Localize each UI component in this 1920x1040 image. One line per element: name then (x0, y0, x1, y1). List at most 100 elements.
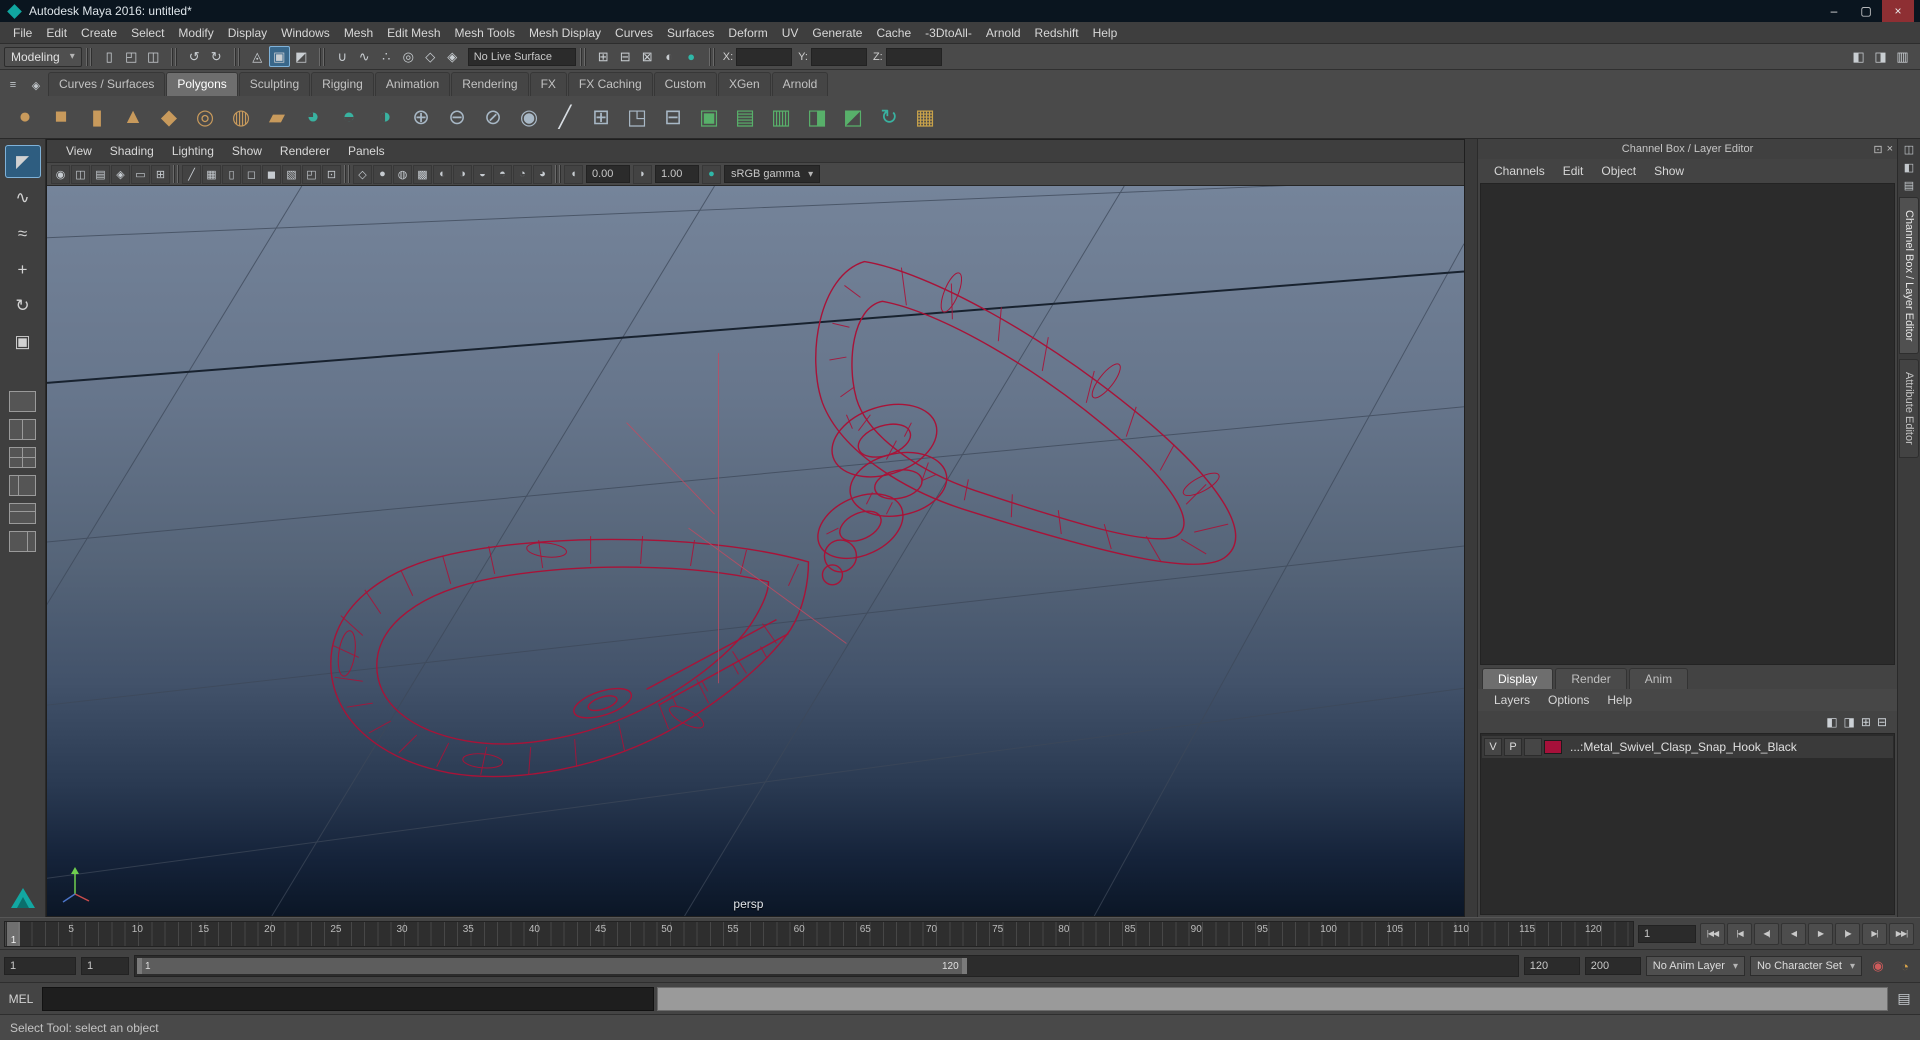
gamma-input[interactable] (655, 165, 699, 183)
playback-start-field[interactable] (81, 957, 129, 975)
isolate-select-icon[interactable]: ◕ (533, 164, 552, 184)
resolution-gate-icon[interactable]: ◻ (242, 164, 261, 184)
rotate-tool-icon[interactable]: ↻ (5, 289, 41, 322)
save-scene-icon[interactable]: ◫ (143, 46, 164, 67)
target-weld-icon[interactable]: ▤ (728, 100, 762, 134)
show-hypershade-icon[interactable]: ◨ (1870, 46, 1891, 67)
layer-editor-tab[interactable]: Anim (1628, 668, 1689, 690)
range-slider-bar[interactable]: 1 120 (137, 958, 967, 974)
raise-attribute-editor-icon[interactable]: ◧ (1904, 161, 1914, 174)
grid-icon[interactable]: ▦ (202, 164, 221, 184)
move-layer-up-icon[interactable]: ◧ (1826, 715, 1837, 729)
channel-list-area[interactable] (1480, 183, 1895, 666)
snap-to-grid-icon[interactable]: ∪ (332, 46, 353, 67)
menu-item[interactable]: -3DtoAll- (918, 23, 979, 43)
command-language-toggle[interactable]: MEL (3, 992, 39, 1006)
menu-item[interactable]: Mesh Display (522, 23, 608, 43)
coordinate-input[interactable] (736, 47, 793, 66)
menu-item[interactable]: Edit Mesh (380, 23, 447, 43)
symmetrize-icon[interactable]: ↻ (872, 100, 906, 134)
separate-icon[interactable]: ⊖ (440, 100, 474, 134)
side-panel-tab[interactable]: Channel Box / Layer Editor (1899, 197, 1919, 355)
new-layer-from-selected-icon[interactable]: ⊟ (1877, 715, 1887, 729)
show-modeling-toolkit-icon[interactable]: ◧ (1848, 46, 1869, 67)
step-forward-key-button[interactable]: |▶ (1835, 922, 1860, 945)
move-tool-icon[interactable]: + (5, 253, 41, 286)
current-time-field[interactable] (1638, 924, 1696, 943)
subdiv-proxy-icon[interactable]: ◓ (332, 100, 366, 134)
wireframe-model[interactable] (330, 260, 1237, 778)
shelf-tab[interactable]: Curves / Surfaces (48, 72, 166, 96)
viewport-canvas[interactable] (47, 186, 1464, 916)
exposure-icon[interactable]: ◖ (564, 164, 583, 184)
channel-box-menu-item[interactable]: Edit (1555, 161, 1592, 181)
multi-cut-icon[interactable]: ╱ (548, 100, 582, 134)
current-frame-marker[interactable]: 1 (7, 921, 20, 946)
shelf-tabs-toggle-icon[interactable]: ≡ (4, 76, 22, 94)
menu-item[interactable]: Deform (721, 23, 774, 43)
maximize-button[interactable]: ▢ (1850, 0, 1882, 22)
layer-editor-tab[interactable]: Render (1555, 668, 1627, 690)
menu-item[interactable]: Mesh Tools (448, 23, 522, 43)
grease-pencil-icon[interactable]: ╱ (182, 164, 201, 184)
viewport-3d-view[interactable]: persp (47, 186, 1464, 916)
menu-item[interactable]: UV (775, 23, 806, 43)
menu-item[interactable]: File (6, 23, 39, 43)
snap-to-view-plane-icon[interactable]: ◇ (420, 46, 441, 67)
render-settings-icon[interactable]: ◐ (659, 46, 680, 67)
safe-title-icon[interactable]: ⊡ (322, 164, 341, 184)
panel-menu-item[interactable]: Shading (101, 141, 163, 161)
menu-item[interactable]: Display (221, 23, 274, 43)
layer-editor-menu-item[interactable]: Help (1599, 691, 1640, 709)
ipr-render-icon[interactable]: ⊠ (637, 46, 658, 67)
poly-cube-icon[interactable]: ■ (44, 100, 78, 134)
menu-item[interactable]: Select (124, 23, 171, 43)
poly-torus-icon[interactable]: ◎ (188, 100, 222, 134)
go-to-end-button[interactable]: ▶▶| (1889, 922, 1914, 945)
menu-item[interactable]: Help (1086, 23, 1125, 43)
shelf-tab[interactable]: XGen (717, 72, 771, 96)
shelf-tab[interactable]: Rigging (311, 72, 374, 96)
menu-item[interactable]: Windows (274, 23, 337, 43)
smooth-shade-all-icon[interactable]: ● (373, 164, 392, 184)
panel-menu-item[interactable]: View (57, 141, 101, 161)
shelf-tab[interactable]: FX Caching (567, 72, 653, 96)
extract-icon[interactable]: ⊘ (476, 100, 510, 134)
crease-tool-icon[interactable]: ◑ (368, 100, 402, 134)
shelf-tab[interactable]: Rendering (451, 72, 529, 96)
extrude-icon[interactable]: ⊞ (584, 100, 618, 134)
hypershade-icon[interactable]: ● (681, 46, 702, 67)
panel-menu-item[interactable]: Lighting (163, 141, 223, 161)
xray-icon[interactable]: ◔ (513, 164, 532, 184)
layer-visibility-toggle[interactable]: V (1484, 738, 1502, 757)
animation-start-field[interactable] (4, 957, 76, 975)
layer-playback-toggle[interactable]: P (1504, 738, 1522, 757)
menu-item[interactable]: Mesh (337, 23, 380, 43)
shadows-icon[interactable]: ◑ (453, 164, 472, 184)
select-by-hierarchy-icon[interactable]: ◬ (247, 46, 268, 67)
gamma-icon[interactable]: ◗ (633, 164, 652, 184)
channel-box-menu-item[interactable]: Object (1593, 161, 1644, 181)
screen-space-ao-icon[interactable]: ◒ (473, 164, 492, 184)
lasso-tool-icon[interactable]: ∿ (5, 181, 41, 214)
panel-gutter[interactable] (1465, 139, 1477, 917)
gate-mask-icon[interactable]: ◼ (262, 164, 281, 184)
menu-set-selector[interactable]: Modeling ▾ (4, 46, 82, 67)
layer-row[interactable]: V P ...:Metal_Swivel_Clasp_Snap_Hook_Bla… (1482, 736, 1893, 759)
bookmarks-icon[interactable]: ◈ (111, 164, 130, 184)
color-management-icon[interactable]: ● (702, 164, 721, 184)
coordinate-input[interactable] (885, 47, 942, 66)
safe-action-icon[interactable]: ◰ (302, 164, 321, 184)
poly-sphere-icon[interactable]: ● (8, 100, 42, 134)
bevel-icon[interactable]: ◳ (620, 100, 654, 134)
poly-plane-icon[interactable]: ◆ (152, 100, 186, 134)
lock-camera-icon[interactable]: ◫ (71, 164, 90, 184)
connect-icon[interactable]: ▥ (764, 100, 798, 134)
live-surface-field[interactable]: No Live Surface (467, 47, 576, 66)
field-chart-icon[interactable]: ▧ (282, 164, 301, 184)
paint-select-tool-icon[interactable]: ≈ (5, 217, 41, 250)
range-slider-track[interactable]: 1 120 (134, 955, 1519, 977)
menu-item[interactable]: Surfaces (660, 23, 721, 43)
select-by-component-icon[interactable]: ◩ (291, 46, 312, 67)
single-pane-layout-button[interactable] (9, 391, 36, 412)
